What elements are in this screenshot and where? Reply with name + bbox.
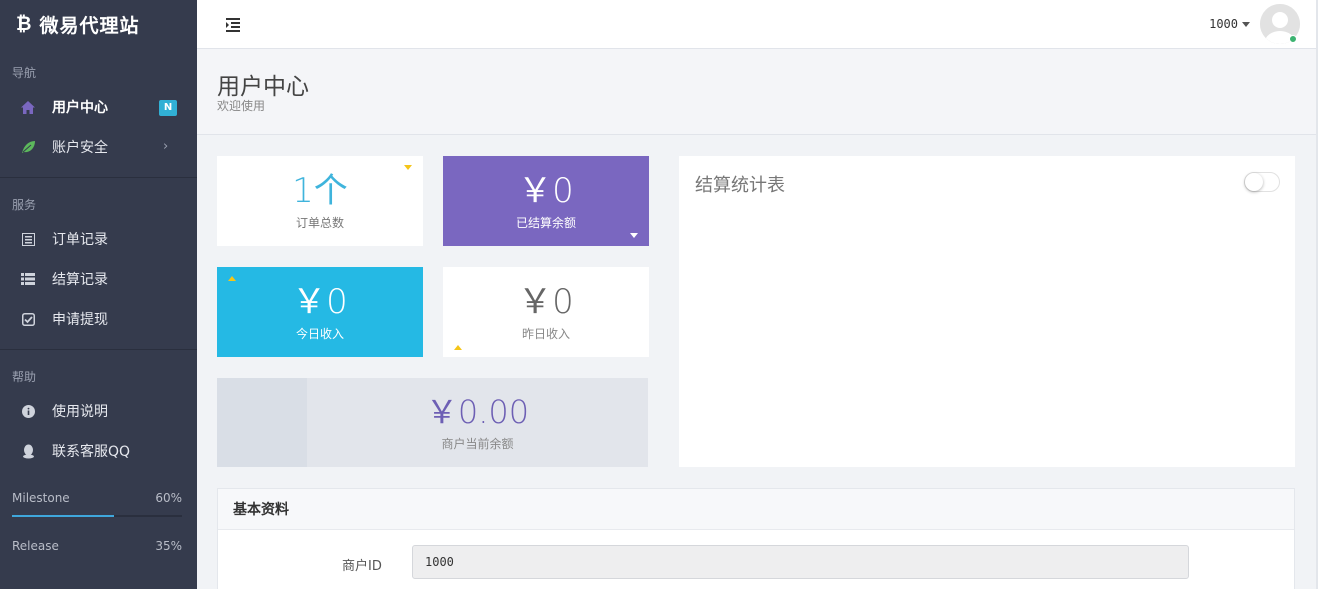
chart-title: 结算统计表 [695,175,785,196]
nav-section-label: 导航 [12,66,37,80]
stat-label: 已结算余额 [515,215,576,230]
toggle-knob [1245,173,1263,191]
stat-label: 昨日收入 [521,326,570,341]
basic-info-panel: 基本资料 商户ID [217,488,1295,589]
stat-label: 商户当前余额 [441,437,514,451]
progress-fill [12,515,114,517]
sidebar-item-label: 结算记录 [52,272,108,288]
progress-value: 35% [155,539,182,553]
up-arrow-icon [454,345,462,350]
sidebar-item-user-center[interactable]: 用户中心 N [0,87,197,127]
sidebar-item-label: 使用说明 [52,404,108,420]
progress-label: Release [12,539,59,553]
bitcoin-icon: ₿ [16,12,32,35]
brand[interactable]: ₿ 微易代理站 [0,0,197,48]
chart-toggle[interactable] [1244,172,1280,192]
merchant-id-field[interactable] [412,545,1189,579]
stat-value: ￥0 [518,281,574,322]
stat-label: 今日收入 [295,326,344,341]
leaf-icon [20,139,36,155]
sidebar-item-label: 订单记录 [52,232,108,248]
settlement-chart-panel: 结算统计表 [679,156,1295,467]
stat-card-today[interactable]: ￥0 今日收入 [217,267,423,357]
milestone-progress: Milestone 60% [0,491,197,517]
release-progress: Release 35% [0,539,197,553]
stat-value: ￥0 [518,170,574,211]
help-section-label: 帮助 [12,370,37,384]
progress-value: 60% [155,491,182,505]
card-stub [217,378,307,467]
service-section-label: 服务 [12,198,37,212]
up-arrow-icon [228,276,236,281]
stat-card-yesterday[interactable]: ￥0 昨日收入 [443,267,649,357]
stat-value: ￥0.00 [425,393,530,431]
dropdown-arrow-icon [630,233,638,238]
merchant-id-label: 商户ID [342,559,382,574]
progress-track [12,515,182,517]
dropdown-arrow-icon [404,165,412,170]
page-subtitle: 欢迎使用 [217,99,266,113]
sidebar-item-label: 申请提现 [52,312,108,328]
check-square-icon [20,311,36,327]
page-header: 用户中心 欢迎使用 [197,49,1318,135]
sidebar-item-contact-qq[interactable]: 联系客服QQ [0,431,197,471]
sidebar-item-label: 用户中心 [52,100,108,116]
stat-value: 1个 [292,170,348,211]
sidebar-item-settlement-records[interactable]: 结算记录 [0,259,197,299]
stat-card-orders[interactable]: 1个 订单总数 [217,156,423,246]
qq-icon [20,443,36,459]
sidebar-item-label: 联系客服QQ [52,444,131,460]
th-list-icon [20,271,36,287]
info-circle-icon [20,403,36,419]
user-id-text: 1000 [1209,17,1238,31]
sidebar-item-label: 账户安全 [52,140,108,156]
sidebar-item-withdraw[interactable]: 申请提现 [0,299,197,339]
sidebar-item-order-records[interactable]: 订单记录 [0,219,197,259]
user-dropdown[interactable]: 1000 [1209,17,1250,31]
chevron-right-icon: › [163,139,169,154]
indent-icon[interactable] [226,17,242,32]
sidebar: ₿ 微易代理站 导航 用户中心 N 账户安全 › 服务 订单记录 结算记录 申请… [0,0,197,589]
sidebar-item-instructions[interactable]: 使用说明 [0,391,197,431]
stat-label: 订单总数 [295,215,344,230]
online-status-dot [1289,35,1297,43]
topbar: 1000 [197,0,1318,49]
caret-down-icon [1242,22,1250,27]
stat-card-settled[interactable]: ￥0 已结算余额 [443,156,649,246]
new-badge: N [159,100,177,116]
page-title: 用户中心 [217,74,309,100]
brand-title: 微易代理站 [39,14,140,37]
progress-label: Milestone [12,491,70,505]
stat-card-balance[interactable]: ￥0.00 商户当前余额 [217,378,648,467]
stat-value: ￥0 [292,281,348,322]
sidebar-item-account-security[interactable]: 账户安全 › [0,127,197,167]
panel-heading: 基本资料 [218,489,1294,530]
list-alt-icon [20,231,36,247]
home-icon [20,99,36,115]
